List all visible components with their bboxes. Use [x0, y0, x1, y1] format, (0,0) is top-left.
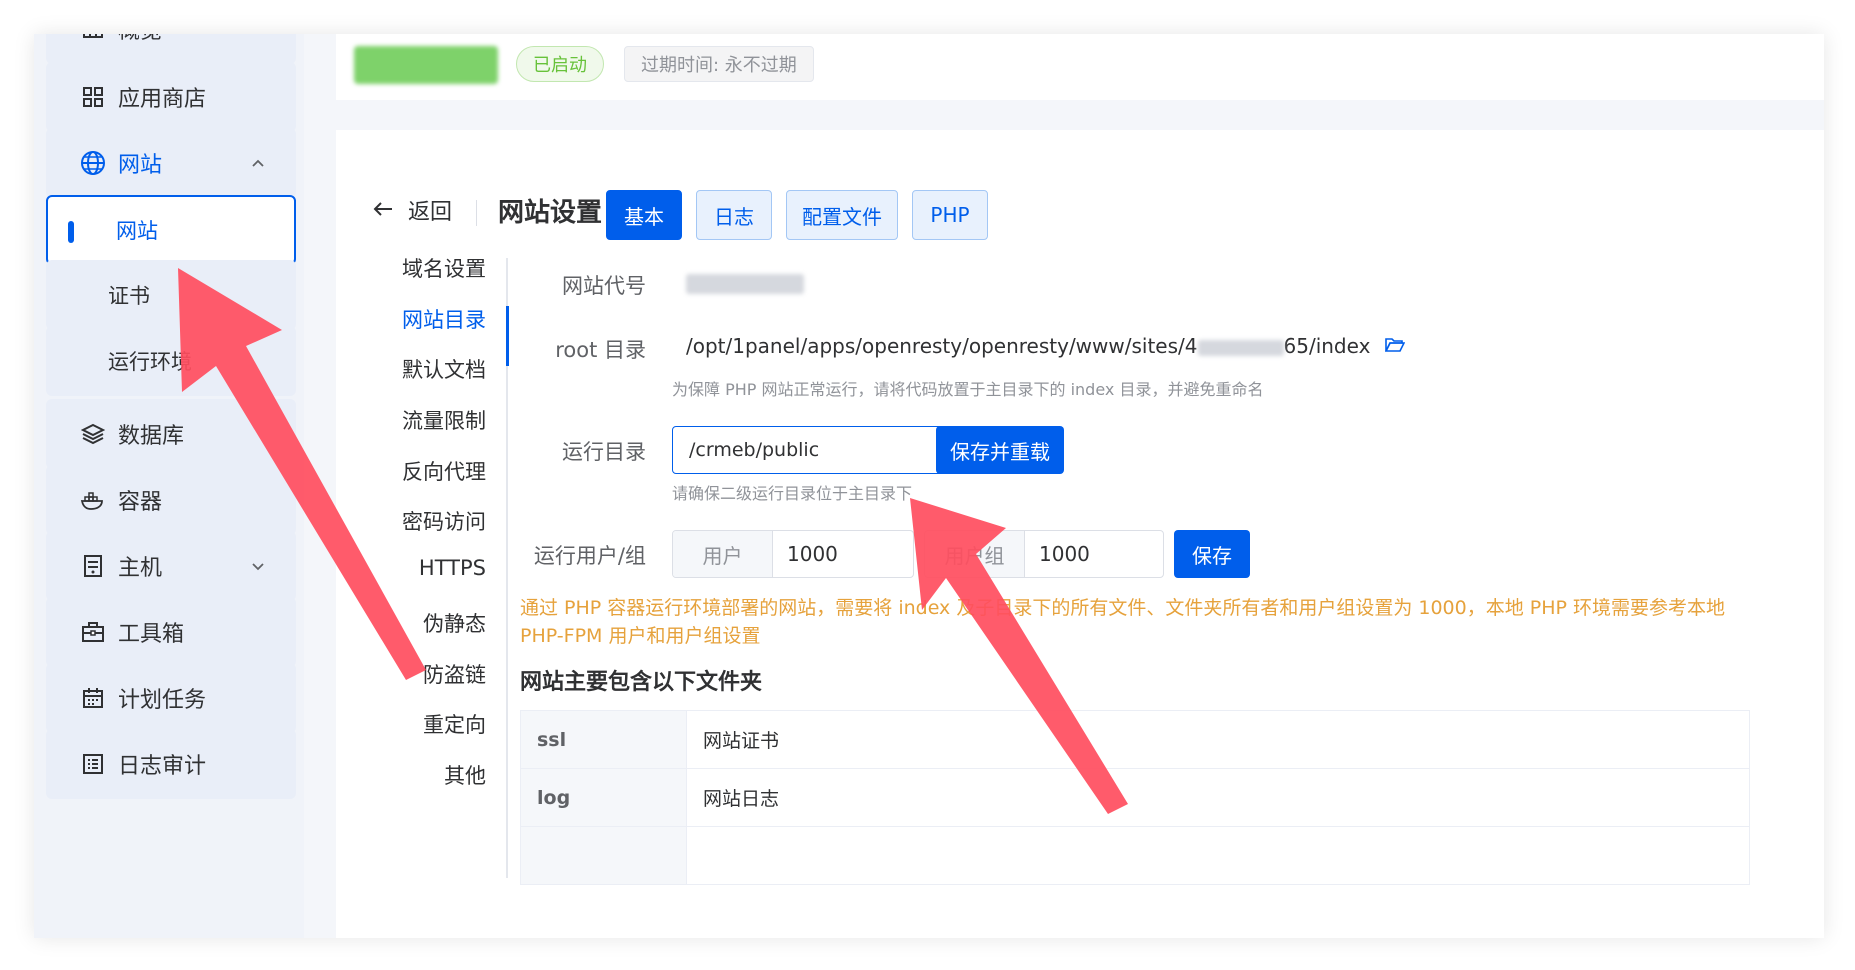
permission-warning: 通过 PHP 容器运行环境部署的网站，需要将 index 及子目录下的所有文件、…: [520, 597, 1726, 647]
table-row: log 网站日志: [520, 768, 1750, 827]
table-row: [520, 826, 1750, 885]
group-prefix: 用户组: [925, 531, 1025, 577]
website-settings-card: 返回 网站设置 基本 日志 配置文件 PHP 域名设置 网站目录 默认文档 流量…: [336, 130, 1824, 938]
folder-open-icon[interactable]: [1384, 334, 1406, 358]
table-row: ssl 网站证书: [520, 710, 1750, 769]
sidebar-item-label: 网站: [116, 219, 158, 243]
side-nav-default-doc[interactable]: 默认文档: [402, 354, 486, 384]
sidebar-item-label: 容器: [118, 490, 163, 515]
side-nav-other[interactable]: 其他: [444, 760, 486, 790]
blurred-site-code: [686, 273, 804, 294]
sidebar-item-toolbox[interactable]: 工具箱: [46, 597, 296, 667]
sidebar-item-label: 概览: [118, 34, 162, 45]
side-nav-site-dir[interactable]: 网站目录: [402, 304, 486, 334]
sidebar-item-log-audit[interactable]: 日志审计: [46, 729, 296, 799]
sidebar-item-runtime[interactable]: 运行环境: [46, 326, 296, 396]
run-dir-label: 运行目录: [562, 440, 646, 464]
status-badge: 已启动: [516, 46, 604, 82]
sidebar-item-certificate[interactable]: 证书: [46, 260, 296, 330]
site-status-bar: 已启动 过期时间: 永不过期: [336, 34, 1824, 100]
root-dir-value: /opt/1panel/apps/openresty/openresty/www…: [686, 334, 1406, 358]
blurred-root-segment: [1197, 339, 1284, 356]
save-and-reload-button[interactable]: 保存并重载: [936, 426, 1064, 474]
blurred-site-name: [354, 46, 498, 84]
back-label: 返回: [408, 200, 453, 225]
run-user-input[interactable]: 用户 1000: [672, 530, 914, 578]
app-window: 概览 应用商店 网站 网站 证书 运行环境: [34, 34, 1824, 938]
expire-badge: 过期时间: 永不过期: [624, 46, 814, 82]
sidebar-item-label: 计划任务: [118, 688, 207, 713]
side-nav-rate-limit[interactable]: 流量限制: [402, 405, 486, 435]
side-nav-redirect[interactable]: 重定向: [423, 709, 486, 739]
sidebar-item-container[interactable]: 容器: [46, 465, 296, 535]
user-prefix: 用户: [673, 531, 773, 577]
run-group-input[interactable]: 用户组 1000: [924, 530, 1164, 578]
sidebar-item-label: 主机: [118, 556, 163, 581]
folder-name: [520, 826, 687, 885]
sidebar-item-overview[interactable]: 概览: [46, 34, 296, 64]
sidebar-item-label: 应用商店: [118, 87, 207, 112]
sidebar-item-label: 日志审计: [118, 754, 207, 779]
tab-basic[interactable]: 基本: [606, 190, 682, 240]
layers-icon: [80, 421, 106, 447]
run-user-label: 运行用户/组: [533, 544, 646, 568]
dashboard-icon: [80, 34, 106, 42]
run-dir-select[interactable]: /crmeb/public: [672, 426, 972, 474]
log-list-icon: [80, 751, 106, 777]
save-button[interactable]: 保存: [1174, 530, 1250, 578]
sidebar-item-website[interactable]: 网站: [46, 195, 296, 265]
root-dir-suffix: 65/index: [1283, 334, 1371, 358]
tab-config-file[interactable]: 配置文件: [786, 190, 898, 240]
calendar-icon: [80, 685, 106, 711]
sidebar-item-label: 数据库: [118, 424, 185, 449]
sidebar-item-label: 工具箱: [118, 622, 185, 647]
tab-logs[interactable]: 日志: [696, 190, 772, 240]
root-dir-label: root 目录: [555, 338, 646, 362]
tab-php[interactable]: PHP: [912, 190, 988, 240]
sidebar-item-database[interactable]: 数据库: [46, 399, 296, 469]
side-nav-https[interactable]: HTTPS: [419, 556, 486, 580]
folders-section-title: 网站主要包含以下文件夹: [520, 670, 763, 695]
run-dir-value: /crmeb/public: [689, 439, 820, 461]
folders-table: ssl 网站证书 log 网站日志: [520, 710, 1750, 885]
root-dir-hint: 为保障 PHP 网站正常运行，请将代码放置于主目录下的 index 目录，并避免…: [672, 380, 1264, 399]
sidebar-group-website[interactable]: 网站: [46, 128, 296, 198]
sidebar-item-cron[interactable]: 计划任务: [46, 663, 296, 733]
sidebar-item-app-store[interactable]: 应用商店: [46, 62, 296, 132]
server-icon: [80, 553, 106, 579]
side-nav-reverse-proxy[interactable]: 反向代理: [402, 456, 486, 486]
arrow-left-icon: [372, 196, 394, 224]
sidebar-item-label: 网站: [118, 153, 163, 178]
active-indicator: [68, 221, 74, 243]
back-button[interactable]: 返回: [372, 194, 452, 226]
run-dir-hint: 请确保二级运行目录位于主目录下: [672, 484, 913, 503]
site-code-label: 网站代号: [562, 274, 646, 298]
user-value: 1000: [787, 542, 838, 566]
globe-icon: [80, 150, 106, 176]
root-dir-prefix: /opt/1panel/apps/openresty/openresty/www…: [686, 334, 1198, 358]
page-title: 网站设置: [498, 198, 603, 228]
folder-desc: 网站证书: [686, 710, 1750, 769]
toolbox-icon: [80, 619, 106, 645]
site-code-value: [686, 270, 804, 294]
group-value: 1000: [1039, 542, 1090, 566]
chevron-up-icon: [250, 152, 266, 177]
sidebar-group-host[interactable]: 主机: [46, 531, 296, 601]
chevron-down-icon: [250, 555, 266, 580]
header-divider: [476, 200, 477, 226]
sidebar-item-label: 运行环境: [108, 350, 192, 374]
side-nav-hotlink[interactable]: 防盗链: [423, 659, 486, 689]
grid-icon: [80, 84, 106, 110]
folder-name: log: [520, 768, 687, 827]
sidebar: 概览 应用商店 网站 网站 证书 运行环境: [34, 34, 304, 938]
side-nav-password-access[interactable]: 密码访问: [402, 506, 486, 536]
screenshot-canvas: 概览 应用商店 网站 网站 证书 运行环境: [0, 0, 1855, 970]
side-nav-rewrite[interactable]: 伪静态: [423, 608, 486, 638]
folder-desc: 网站日志: [686, 768, 1750, 827]
folder-desc: [686, 826, 1750, 885]
side-nav-domain[interactable]: 域名设置: [402, 253, 486, 283]
folder-name: ssl: [520, 710, 687, 769]
sidebar-item-label: 证书: [108, 284, 150, 308]
docker-icon: [80, 487, 106, 513]
